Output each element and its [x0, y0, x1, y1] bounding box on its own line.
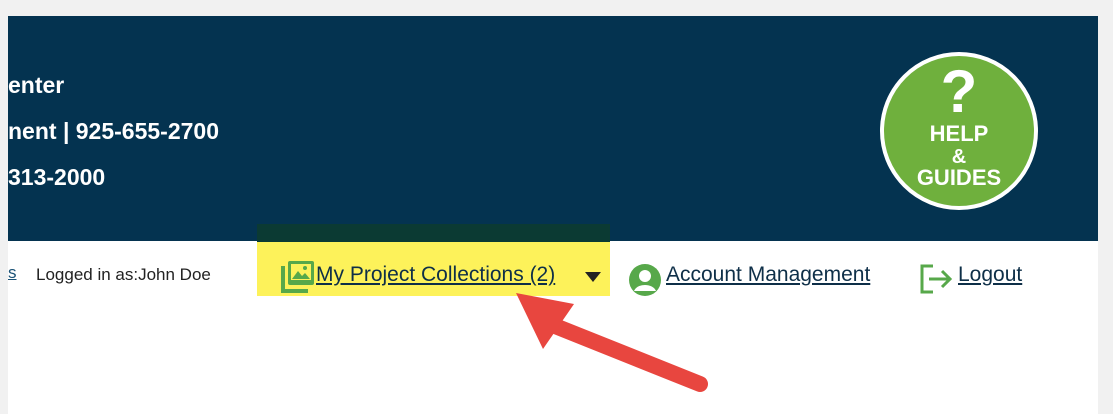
annotation-arrow — [516, 293, 708, 392]
page: enter nent | 925-655-2700 313-2000 ? HEL… — [8, 16, 1098, 414]
